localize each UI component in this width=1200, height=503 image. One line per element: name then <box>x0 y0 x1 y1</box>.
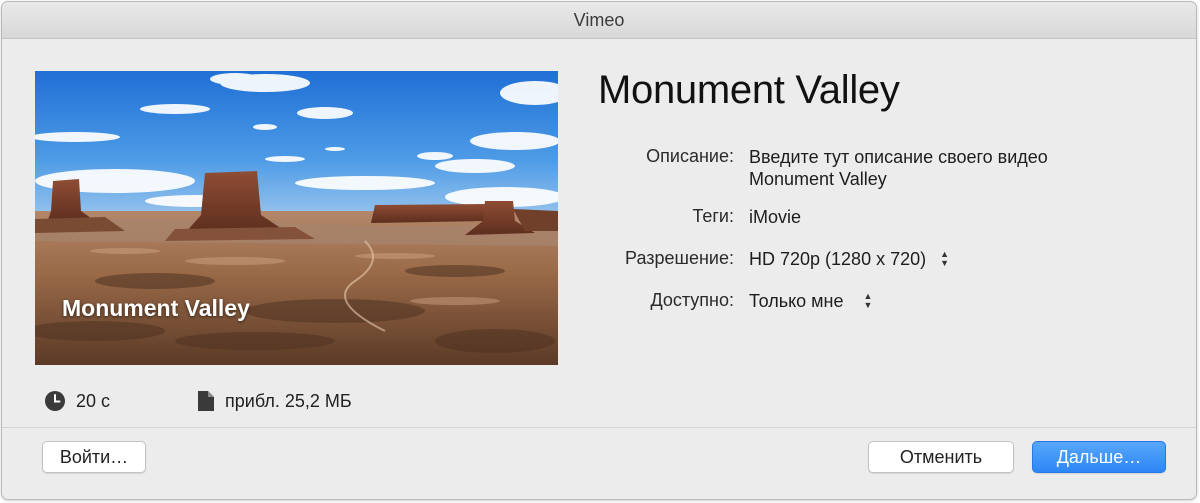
video-title: Monument Valley <box>598 68 900 112</box>
access-value: Только мне <box>749 291 844 311</box>
next-button[interactable]: Дальше… <box>1032 441 1166 473</box>
window-title: Vimeo <box>573 9 625 30</box>
description-label: Описание: <box>646 146 734 166</box>
window-titlebar: Vimeo <box>2 2 1196 39</box>
description-line-1: Введите тут описание своего видео <box>749 147 1048 167</box>
login-button[interactable]: Войти… <box>42 441 146 473</box>
clock-icon <box>44 390 66 412</box>
resolution-value: HD 720p (1280 x 720) <box>749 249 927 269</box>
access-label: Доступно: <box>650 290 734 310</box>
tags-label: Теги: <box>692 206 734 226</box>
size-value: прибл. 25,2 МБ <box>225 390 352 411</box>
duration-info: 20 с <box>44 387 110 415</box>
resolution-select[interactable]: HD 720p (1280 x 720) ▲ ▼ <box>749 248 949 270</box>
cancel-button[interactable]: Отменить <box>868 441 1014 473</box>
chevron-updown-icon: ▲ ▼ <box>863 291 873 310</box>
size-info: прибл. 25,2 МБ <box>197 387 352 415</box>
video-thumbnail: Monument Valley <box>35 71 558 365</box>
duration-value: 20 с <box>76 390 111 411</box>
vimeo-share-dialog: Vimeo Monument Valley 20 с прибл. 25,2 М… <box>1 1 1197 500</box>
document-icon <box>197 390 215 412</box>
chevron-updown-icon: ▲ ▼ <box>940 249 950 268</box>
description-field[interactable]: Введите тут описание своего видео Monume… <box>749 146 1048 190</box>
tags-field[interactable]: iMovie <box>749 206 801 228</box>
access-select[interactable]: Только мне ▲ ▼ <box>749 290 872 312</box>
footer-divider <box>2 427 1196 428</box>
resolution-label: Разрешение: <box>625 248 734 268</box>
description-line-2: Monument Valley <box>749 169 887 189</box>
thumbnail-caption: Monument Valley <box>62 295 250 321</box>
